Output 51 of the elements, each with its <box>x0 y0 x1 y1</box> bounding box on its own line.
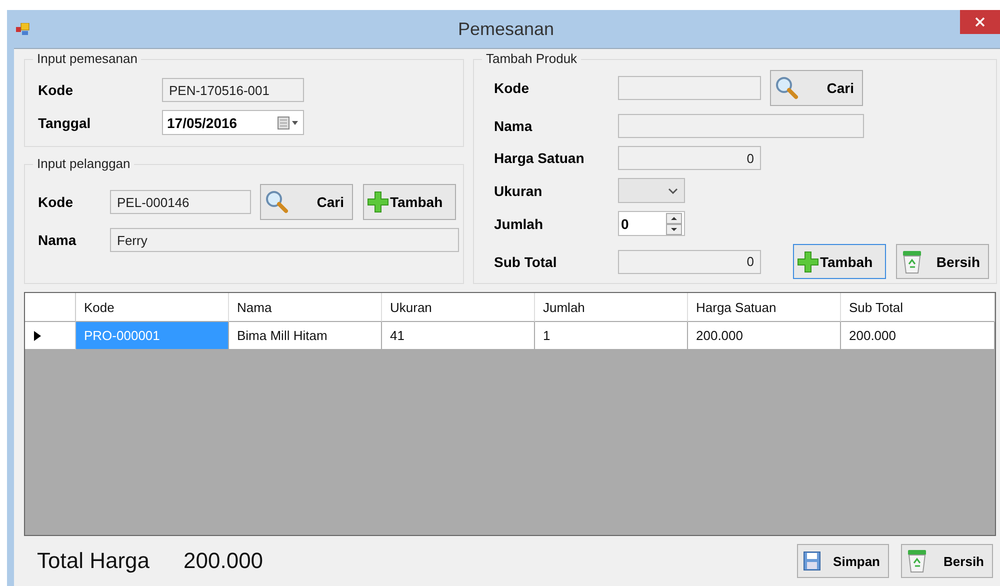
recycle-bin-icon <box>902 250 922 274</box>
search-button[interactable]: Cari <box>770 70 863 106</box>
add-button[interactable]: Tambah <box>363 184 456 220</box>
app-icon <box>16 22 30 36</box>
text-field[interactable] <box>618 114 864 138</box>
calendar-icon <box>277 116 299 130</box>
table-cell[interactable]: Bima Mill Hitam <box>229 322 382 350</box>
clear-button[interactable]: Bersih <box>896 244 989 279</box>
plus-icon <box>367 191 389 213</box>
text-field[interactable]: Ferry <box>110 228 459 252</box>
quantity-spinner[interactable]: 0 <box>618 211 685 236</box>
clear-button[interactable]: Bersih <box>901 544 993 578</box>
date-picker[interactable]: 17/05/2016 <box>162 110 304 135</box>
number-field[interactable]: 0 <box>618 250 761 274</box>
text-field[interactable]: PEN-170516-001 <box>162 78 304 102</box>
total-value: 200.000 <box>184 548 264 574</box>
spin-arrows-icon <box>666 212 682 234</box>
chevron-down-icon <box>668 188 678 194</box>
close-button[interactable] <box>960 10 1000 34</box>
search-icon <box>776 76 798 100</box>
number-field[interactable]: 0 <box>618 146 761 170</box>
field-label: Nama <box>38 232 78 248</box>
recycle-bin-icon <box>907 549 927 573</box>
save-button[interactable]: Simpan <box>797 544 889 578</box>
field-label: Harga Satuan <box>494 150 586 166</box>
field-label: Ukuran <box>494 182 544 198</box>
group-title: Tambah Produk <box>482 51 582 66</box>
table-cell[interactable]: 200.000 <box>688 322 841 350</box>
size-dropdown[interactable] <box>618 178 685 203</box>
field-label: Tanggal <box>38 114 92 130</box>
table-cell[interactable]: 41 <box>382 322 535 350</box>
total-label: Total Harga <box>37 548 150 574</box>
field-label: Kode <box>38 82 74 98</box>
add-button[interactable]: Tambah <box>793 244 886 279</box>
group-title: Input pelanggan <box>33 156 134 171</box>
row-header[interactable] <box>25 322 76 350</box>
table-cell[interactable]: 1 <box>535 322 688 350</box>
table-cell[interactable]: 200.000 <box>841 322 995 350</box>
group-title: Input pemesanan <box>33 51 142 66</box>
text-field[interactable] <box>618 76 761 100</box>
text-field[interactable]: PEL-000146 <box>110 190 251 214</box>
field-label: Sub Total <box>494 254 558 270</box>
field-label: Jumlah <box>494 216 544 232</box>
field-label: Kode <box>38 194 74 210</box>
plus-icon <box>797 250 819 272</box>
search-button[interactable]: Cari <box>260 184 353 220</box>
field-label: Kode <box>494 80 530 96</box>
search-icon <box>266 190 288 214</box>
field-label: Nama <box>494 118 534 134</box>
close-icon <box>975 17 985 27</box>
window-title: Pemesanan <box>458 18 554 40</box>
